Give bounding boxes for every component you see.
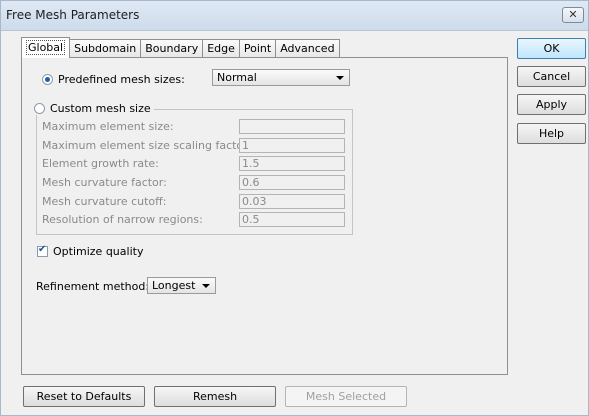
field-input[interactable]: 0.03 <box>239 194 345 209</box>
dialog-window: Free Mesh Parameters ✕ Global Subdomain … <box>0 0 589 416</box>
field-input[interactable]: 0.5 <box>239 212 345 227</box>
tab-label: Global <box>26 40 66 55</box>
check-icon: ✔ <box>38 244 47 255</box>
apply-button[interactable]: Apply <box>517 94 586 115</box>
tab-subdomain[interactable]: Subdomain <box>69 39 142 58</box>
tab-point[interactable]: Point <box>238 39 277 58</box>
tab-strip: Global Subdomain Boundary Edge Point Adv… <box>21 37 340 58</box>
mesh-selected-button[interactable]: Mesh Selected <box>285 386 407 407</box>
refinement-method-label: Refinement method: <box>36 280 150 293</box>
tab-global[interactable]: Global <box>21 37 71 58</box>
predefined-mesh-label: Predefined mesh sizes: <box>58 73 185 86</box>
custom-mesh-label: Custom mesh size <box>50 102 151 115</box>
tab-boundary[interactable]: Boundary <box>140 39 204 58</box>
field-curvature-factor: Mesh curvature factor: 0.6 <box>42 175 352 191</box>
cancel-button[interactable]: Cancel <box>517 66 586 87</box>
optimize-quality-label: Optimize quality <box>53 245 144 258</box>
window-title: Free Mesh Parameters <box>6 8 140 22</box>
field-label: Maximum element size scaling factor: <box>42 139 252 152</box>
field-growth-rate: Element growth rate: 1.5 <box>42 156 352 172</box>
title-bar[interactable]: Free Mesh Parameters ✕ <box>1 1 588 31</box>
radio-unchecked-icon <box>34 103 45 114</box>
field-label: Mesh curvature factor: <box>42 176 167 189</box>
chevron-down-icon <box>202 284 210 288</box>
tab-edge[interactable]: Edge <box>202 39 240 58</box>
field-input[interactable]: 0.6 <box>239 175 345 190</box>
help-button[interactable]: Help <box>517 123 586 144</box>
field-label: Maximum element size: <box>42 120 174 133</box>
radio-checked-icon <box>42 74 53 85</box>
field-input[interactable] <box>239 119 345 134</box>
field-input[interactable]: 1.5 <box>239 156 345 171</box>
field-curvature-cutoff: Mesh curvature cutoff: 0.03 <box>42 194 352 210</box>
field-narrow-regions: Resolution of narrow regions: 0.5 <box>42 212 352 228</box>
field-label: Resolution of narrow regions: <box>42 213 203 226</box>
checkbox-icon: ✔ <box>37 244 48 257</box>
global-tab-panel: Predefined mesh sizes: Normal Custom mes… <box>21 57 508 375</box>
chevron-down-icon <box>336 76 344 80</box>
refinement-method-select[interactable]: Longest <box>147 277 216 294</box>
field-scaling-factor: Maximum element size scaling factor: 1 <box>42 138 352 154</box>
remesh-button[interactable]: Remesh <box>154 386 276 407</box>
ok-button[interactable]: OK <box>517 38 586 59</box>
close-icon: ✕ <box>568 8 578 21</box>
field-input[interactable]: 1 <box>239 138 345 153</box>
reset-to-defaults-button[interactable]: Reset to Defaults <box>23 386 145 407</box>
tab-advanced[interactable]: Advanced <box>275 39 340 58</box>
field-label: Element growth rate: <box>42 157 159 170</box>
field-label: Mesh curvature cutoff: <box>42 195 167 208</box>
predefined-mesh-radio[interactable]: Predefined mesh sizes: <box>42 73 185 86</box>
close-button[interactable]: ✕ <box>562 7 584 23</box>
predefined-mesh-value: Normal <box>217 71 257 84</box>
field-max-element-size: Maximum element size: <box>42 119 352 135</box>
predefined-mesh-select[interactable]: Normal <box>212 69 350 86</box>
custom-mesh-radio[interactable]: Custom mesh size <box>34 102 154 115</box>
refinement-method-value: Longest <box>152 279 196 292</box>
optimize-quality-checkbox[interactable]: ✔ Optimize quality <box>37 244 144 258</box>
